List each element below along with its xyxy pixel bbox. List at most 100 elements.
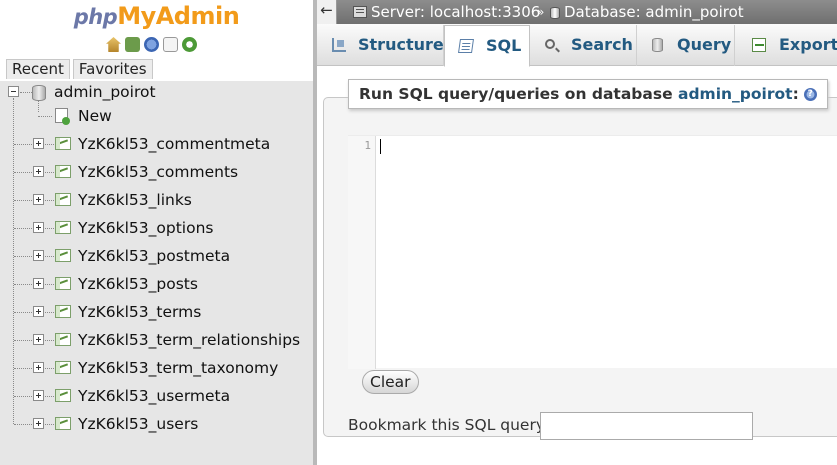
breadcrumb-database[interactable]: Database: admin_poirot bbox=[564, 0, 744, 24]
reload-icon[interactable] bbox=[182, 37, 197, 52]
new-table-link[interactable]: New bbox=[78, 104, 112, 128]
help-icon[interactable]: ? bbox=[803, 88, 817, 101]
tree-item-table[interactable]: YzK6kl53_postmeta bbox=[0, 244, 313, 268]
expand-icon[interactable] bbox=[33, 194, 44, 205]
sql-query-legend: Run SQL query/queries on database admin_… bbox=[348, 79, 828, 109]
docs-icon[interactable] bbox=[163, 37, 178, 52]
tree-item-database[interactable]: admin_poirot bbox=[0, 80, 313, 104]
tree-item-table[interactable]: YzK6kl53_users bbox=[0, 412, 313, 436]
tree-item-table[interactable]: YzK6kl53_comments bbox=[0, 160, 313, 184]
expand-icon[interactable] bbox=[33, 278, 44, 289]
tab-label: Query bbox=[677, 35, 732, 54]
tab-label: Structure bbox=[358, 35, 444, 54]
table-icon bbox=[55, 389, 71, 402]
clear-button[interactable]: Clear bbox=[362, 370, 419, 394]
tab-query[interactable]: Query bbox=[637, 25, 735, 66]
tree-guide-line bbox=[38, 116, 52, 117]
tab-structure[interactable]: Structure bbox=[317, 25, 444, 66]
table-name[interactable]: YzK6kl53_terms bbox=[78, 300, 201, 324]
phpmyadmin-logo[interactable]: phpMyAdmin bbox=[0, 2, 313, 30]
table-icon bbox=[55, 193, 71, 206]
query-icon bbox=[652, 38, 663, 52]
tab-favorites[interactable]: Favorites bbox=[72, 59, 153, 79]
tab-recent[interactable]: Recent bbox=[6, 59, 70, 79]
table-name[interactable]: YzK6kl53_links bbox=[78, 188, 192, 212]
expand-icon[interactable] bbox=[33, 362, 44, 373]
tab-sql[interactable]: SQL bbox=[444, 25, 530, 67]
table-name[interactable]: YzK6kl53_term_relationships bbox=[78, 328, 300, 352]
navigation-panel: phpMyAdmin Recent Favorites admin_poirot bbox=[0, 0, 313, 465]
database-icon bbox=[550, 7, 560, 19]
legend-suffix: : bbox=[792, 85, 799, 103]
tab-search[interactable]: Search bbox=[530, 25, 637, 66]
tab-label: Export bbox=[779, 35, 837, 54]
tree-item-table[interactable]: YzK6kl53_terms bbox=[0, 300, 313, 324]
tree-item-table[interactable]: YzK6kl53_links bbox=[0, 188, 313, 212]
navigation-header: phpMyAdmin Recent Favorites bbox=[0, 0, 313, 81]
breadcrumb-server[interactable]: Server: localhost:3306 bbox=[371, 0, 540, 24]
database-icon bbox=[32, 85, 46, 101]
table-icon bbox=[55, 249, 71, 262]
table-icon bbox=[55, 277, 71, 290]
page-content: Run SQL query/queries on database admin_… bbox=[317, 67, 837, 465]
table-name[interactable]: YzK6kl53_users bbox=[78, 412, 198, 436]
table-name[interactable]: YzK6kl53_commentmeta bbox=[78, 132, 270, 156]
table-name[interactable]: YzK6kl53_postmeta bbox=[78, 244, 230, 268]
server-icon bbox=[353, 6, 367, 18]
tree-item-table[interactable]: YzK6kl53_options bbox=[0, 216, 313, 240]
table-icon bbox=[55, 165, 71, 178]
new-table-icon bbox=[55, 108, 70, 125]
table-icon bbox=[55, 361, 71, 374]
table-icon bbox=[55, 305, 71, 318]
table-name[interactable]: YzK6kl53_comments bbox=[78, 160, 238, 184]
main-menu-tabs: Structure SQL Search Query Export bbox=[317, 24, 837, 67]
table-name[interactable]: YzK6kl53_usermeta bbox=[78, 384, 230, 408]
table-icon bbox=[55, 333, 71, 346]
table-name[interactable]: YzK6kl53_term_taxonomy bbox=[78, 356, 278, 380]
tree-item-table[interactable]: YzK6kl53_posts bbox=[0, 272, 313, 296]
back-arrow-icon[interactable]: ← bbox=[317, 0, 337, 24]
legend-database-link[interactable]: admin_poirot bbox=[678, 85, 793, 103]
search-icon bbox=[545, 39, 555, 49]
tree-item-table[interactable]: YzK6kl53_usermeta bbox=[0, 384, 313, 408]
bookmark-input[interactable] bbox=[540, 412, 753, 440]
line-number: 1 bbox=[364, 139, 371, 152]
collapse-icon[interactable] bbox=[8, 86, 19, 97]
text-cursor bbox=[380, 139, 381, 154]
expand-icon[interactable] bbox=[33, 222, 44, 233]
expand-icon[interactable] bbox=[33, 306, 44, 317]
bookmark-label: Bookmark this SQL query: bbox=[348, 416, 550, 434]
tree-item-table[interactable]: YzK6kl53_term_taxonomy bbox=[0, 356, 313, 380]
sql-query-editor[interactable]: 1 bbox=[348, 135, 837, 369]
sql-icon bbox=[458, 39, 474, 53]
table-icon bbox=[55, 221, 71, 234]
tree-item-table[interactable]: YzK6kl53_term_relationships bbox=[0, 328, 313, 352]
tree-item-table[interactable]: YzK6kl53_commentmeta bbox=[0, 132, 313, 156]
tree-item-new[interactable]: New bbox=[0, 104, 313, 128]
expand-icon[interactable] bbox=[33, 166, 44, 177]
expand-icon[interactable] bbox=[33, 138, 44, 149]
tree-guide-line bbox=[20, 92, 32, 93]
legend-text: Run SQL query/queries on database bbox=[359, 85, 678, 103]
expand-icon[interactable] bbox=[33, 390, 44, 401]
table-name[interactable]: YzK6kl53_posts bbox=[78, 272, 198, 296]
home-icon[interactable] bbox=[106, 37, 121, 52]
expand-icon[interactable] bbox=[33, 250, 44, 261]
table-name[interactable]: YzK6kl53_options bbox=[78, 216, 213, 240]
database-name: admin_poirot bbox=[54, 83, 156, 101]
breadcrumb: ← Server: localhost:3306 » Database: adm… bbox=[317, 0, 837, 24]
tab-export[interactable]: Export bbox=[735, 25, 837, 66]
table-icon bbox=[55, 137, 71, 150]
help-icon[interactable] bbox=[144, 37, 159, 52]
structure-icon bbox=[332, 38, 346, 52]
exit-icon[interactable] bbox=[125, 37, 140, 52]
table-icon bbox=[55, 417, 71, 430]
tab-label: Search bbox=[571, 35, 633, 54]
tab-label: SQL bbox=[486, 36, 522, 55]
export-icon bbox=[752, 38, 766, 52]
navigation-icon-bar bbox=[106, 37, 197, 53]
breadcrumb-separator: » bbox=[537, 5, 545, 19]
expand-icon[interactable] bbox=[33, 418, 44, 429]
expand-icon[interactable] bbox=[33, 334, 44, 345]
editor-gutter: 1 bbox=[348, 136, 376, 369]
